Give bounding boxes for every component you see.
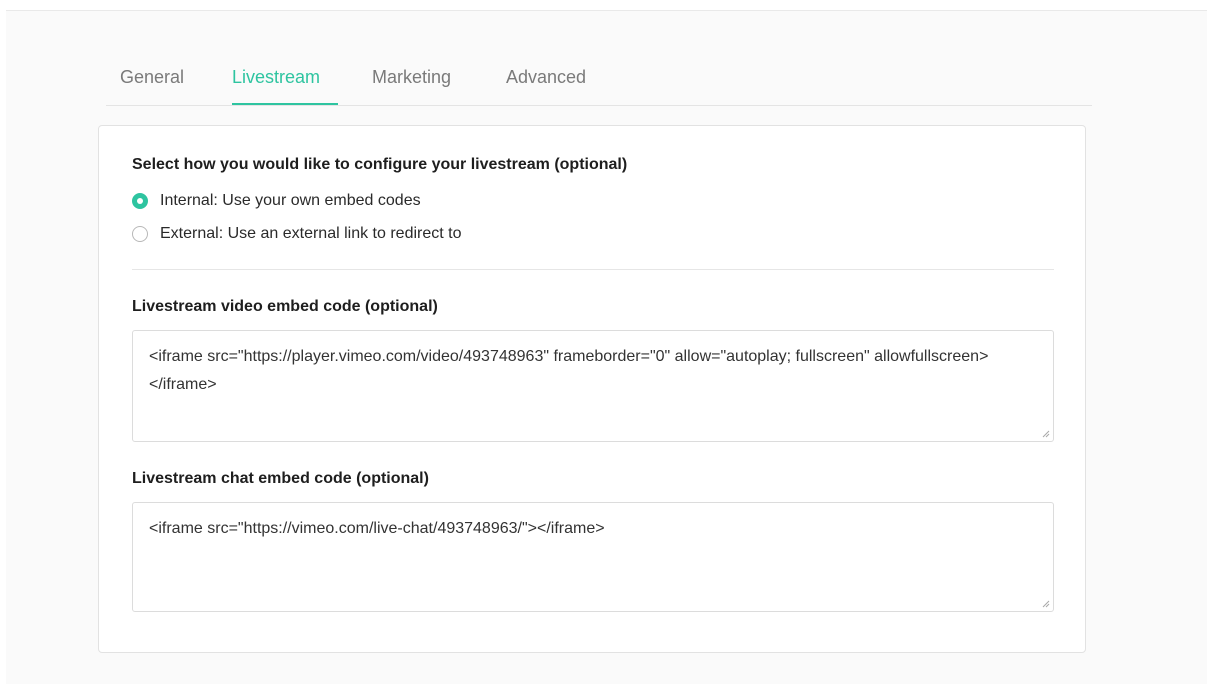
tab-bar: General Livestream Marketing Advanced [106,63,1092,106]
chat-embed-textarea[interactable]: <iframe src="https://vimeo.com/live-chat… [132,502,1054,612]
livestream-settings-card: Select how you would like to configure y… [98,125,1086,653]
radio-option-internal[interactable]: Internal: Use your own embed codes [132,190,421,212]
config-section-title: Select how you would like to configure y… [132,156,628,173]
page-background: General Livestream Marketing Advanced Se… [6,10,1207,684]
tab-general[interactable]: General [120,67,184,88]
tab-livestream[interactable]: Livestream [232,67,320,88]
section-divider [132,269,1054,270]
chat-embed-label: Livestream chat embed code (optional) [132,470,429,487]
resize-handle-icon[interactable] [1042,430,1050,438]
radio-option-external[interactable]: External: Use an external link to redire… [132,223,461,245]
radio-label-internal: Internal: Use your own embed codes [160,192,421,209]
radio-label-external: External: Use an external link to redire… [160,225,462,242]
video-embed-textarea[interactable]: <iframe src="https://player.vimeo.com/vi… [132,330,1054,442]
video-embed-value: <iframe src="https://player.vimeo.com/vi… [149,348,989,393]
radio-checked-icon[interactable] [132,193,148,209]
tab-advanced[interactable]: Advanced [506,67,586,88]
video-embed-label: Livestream video embed code (optional) [132,298,438,315]
radio-unchecked-icon[interactable] [132,226,148,242]
active-tab-indicator [232,103,338,105]
chat-embed-value: <iframe src="https://vimeo.com/live-chat… [149,520,605,537]
resize-handle-icon[interactable] [1042,600,1050,608]
tab-marketing[interactable]: Marketing [372,67,451,88]
